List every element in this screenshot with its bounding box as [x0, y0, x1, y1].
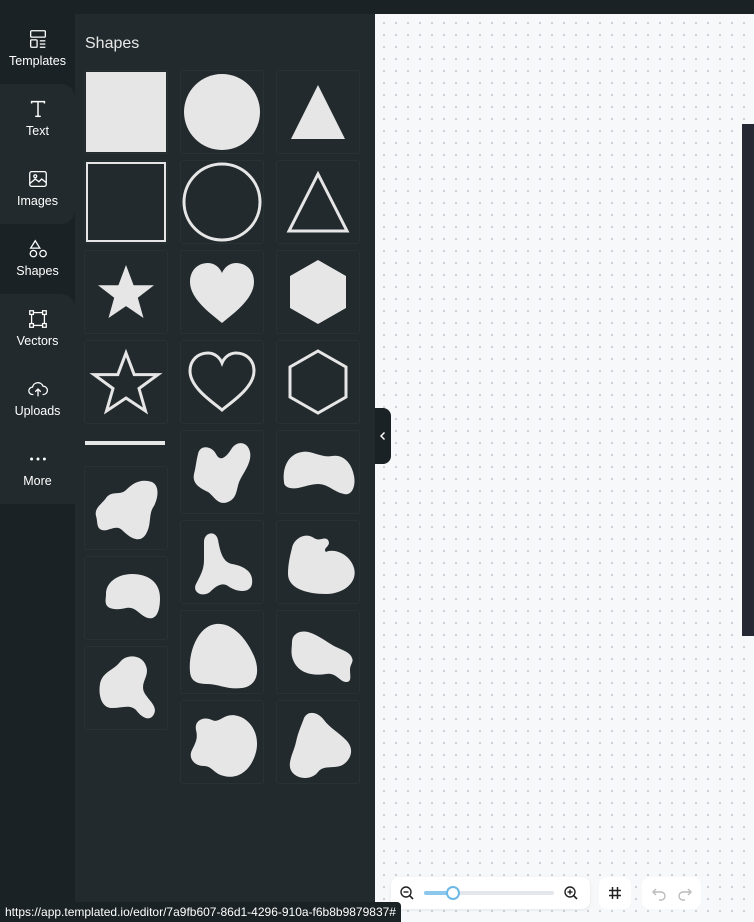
shape-star-outline[interactable]: [84, 340, 168, 424]
sidebar-item-label: Shapes: [16, 264, 59, 278]
blob-shape: [193, 443, 251, 503]
star-outline-shape: [89, 348, 163, 415]
editor-canvas[interactable]: [375, 14, 754, 922]
heart-outline-shape: [188, 351, 256, 412]
shape-heart-filled[interactable]: [180, 250, 264, 334]
undo-icon[interactable]: [651, 885, 667, 901]
sidebar-item-label: Templates: [9, 54, 66, 68]
shape-star-filled[interactable]: [84, 250, 168, 334]
hexagon-outline-shape: [288, 349, 348, 415]
blob-shape: [95, 480, 158, 540]
sidebar-item-label: Uploads: [14, 404, 61, 418]
panel-title: Shapes: [85, 35, 140, 52]
shape-blob[interactable]: [84, 556, 168, 640]
shapes-panel: Shapes: [75, 14, 375, 922]
shape-square-filled[interactable]: [84, 70, 168, 154]
triangle-outline-shape: [286, 170, 350, 233]
shape-line[interactable]: [85, 441, 165, 445]
blob-shape: [289, 712, 352, 778]
zoom-in-icon[interactable]: [563, 885, 579, 901]
shape-blob[interactable]: [180, 700, 264, 784]
shape-blob[interactable]: [276, 430, 360, 514]
hexagon-filled-shape: [290, 260, 346, 324]
blob-shape: [195, 533, 253, 595]
blob-shape: [190, 715, 258, 777]
blob-shape: [291, 631, 353, 682]
top-bar: [0, 0, 754, 14]
shape-circle-outline[interactable]: [180, 160, 264, 244]
circle-outline-shape: [182, 162, 262, 242]
zoom-slider[interactable]: [424, 886, 554, 900]
shape-hexagon-filled[interactable]: [276, 250, 360, 334]
shape-blob[interactable]: [84, 646, 168, 730]
sidebar-item-label: Vectors: [16, 334, 59, 348]
status-bar-url: https://app.templated.io/editor/7a9fb607…: [0, 902, 401, 922]
zoom-slider-thumb[interactable]: [446, 886, 460, 900]
blob-shape: [189, 623, 258, 689]
zoom-control: [391, 877, 590, 909]
sidebar-item-label: Images: [17, 194, 58, 208]
shapes-icon: [29, 239, 47, 258]
blob-shape: [99, 656, 155, 719]
image-icon: [28, 171, 47, 187]
sidebar-item-templates[interactable]: Templates: [0, 14, 75, 84]
undo-redo-group: [642, 877, 701, 909]
shape-blob[interactable]: [84, 466, 168, 550]
shape-blob[interactable]: [276, 700, 360, 784]
square-filled-shape: [86, 72, 166, 152]
star-filled-shape: [98, 265, 154, 318]
shape-blob[interactable]: [180, 520, 264, 604]
shape-heart-outline[interactable]: [180, 340, 264, 424]
circle-filled-shape: [184, 74, 260, 150]
shape-square-outline[interactable]: [84, 160, 168, 244]
sidebar-item-label: Text: [26, 124, 49, 138]
redo-icon[interactable]: [677, 885, 693, 901]
blob-shape: [283, 451, 355, 495]
sidebar-item-shapes[interactable]: Shapes: [0, 224, 75, 294]
sidebar-item-uploads[interactable]: Uploads: [0, 364, 75, 434]
sidebar-item-label: More: [23, 474, 52, 488]
sidebar-item-vectors[interactable]: Vectors: [0, 294, 75, 364]
artboard[interactable]: [742, 124, 754, 636]
shape-circle-filled[interactable]: [180, 70, 264, 154]
zoom-out-icon[interactable]: [399, 885, 415, 901]
triangle-filled-shape: [291, 85, 345, 139]
square-outline-shape: [86, 162, 166, 242]
hash-grid-icon: [609, 887, 621, 899]
shape-triangle-filled[interactable]: [276, 70, 360, 154]
shape-blob[interactable]: [276, 610, 360, 694]
upload-cloud-icon: [27, 382, 48, 397]
shape-blob[interactable]: [180, 430, 264, 514]
sidebar-item-images[interactable]: Images: [0, 154, 75, 224]
left-nav-rail: Templates Text Images Shapes Vectors Upl…: [0, 14, 75, 922]
heart-filled-shape: [190, 263, 254, 323]
templates-icon: [29, 30, 46, 48]
blob-shape: [105, 574, 160, 619]
blob-shape: [288, 535, 355, 594]
more-dots-icon: [29, 457, 46, 461]
vectors-icon: [28, 310, 47, 328]
sidebar-item-more[interactable]: More: [0, 434, 75, 504]
shape-blob[interactable]: [180, 610, 264, 694]
shape-triangle-outline[interactable]: [276, 160, 360, 244]
shape-hexagon-outline[interactable]: [276, 340, 360, 424]
collapse-panel-button[interactable]: [375, 408, 391, 464]
sidebar-item-text[interactable]: Text: [0, 84, 75, 154]
chevron-left-icon: [379, 431, 386, 441]
shape-blob[interactable]: [276, 520, 360, 604]
text-icon: [30, 100, 45, 118]
grid-toggle-button[interactable]: [599, 877, 631, 909]
